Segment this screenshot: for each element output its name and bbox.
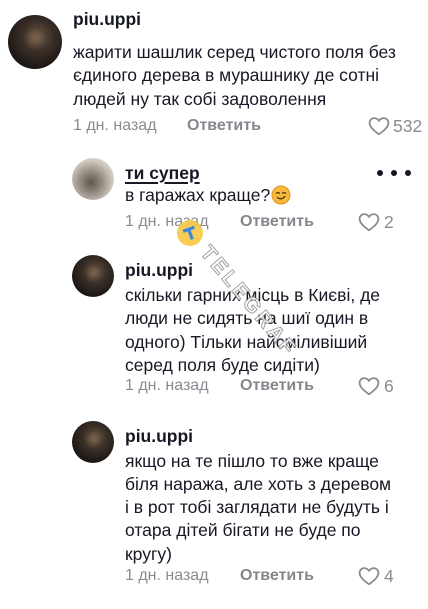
reply-button[interactable]: Ответить — [240, 374, 314, 398]
comment-text-line: скільки гарних місць в Києві, де — [125, 285, 381, 305]
username[interactable]: piu.uppi — [125, 258, 193, 282]
heart-outline-icon — [368, 117, 390, 136]
comment-text: скільки гарних місць в Києві, де люди не… — [125, 284, 380, 377]
timestamp: 1 дн. назад — [125, 213, 209, 230]
comment-text: якщо на те пішло то вже краще біля нараж… — [125, 450, 391, 566]
comment-text-line: люди не сидять на шиї один в — [125, 308, 369, 329]
comment-text-line: одного) Тільки найсміливіший — [125, 331, 368, 352]
like-count: 2 — [384, 212, 394, 232]
like-button[interactable] — [357, 210, 381, 234]
more-options-button[interactable] — [374, 168, 414, 178]
more-horizontal-icon — [377, 170, 411, 176]
comment-text-line: єдиного дерева в мурашнику де сотні — [73, 65, 380, 86]
comment-text-line: і в рот тобі заглядати не будуть і — [125, 497, 389, 518]
comment-text-line: отара дітей бігати не буде по — [125, 520, 361, 541]
like-button[interactable] — [367, 114, 391, 138]
heart-outline-icon — [358, 377, 380, 396]
comment-text-line: в гаражах краще? — [125, 184, 291, 207]
comment-text-line: якщо на те пішло то вже краще — [125, 450, 379, 471]
comment-text-content: в гаражах краще? — [125, 185, 271, 205]
avatar[interactable] — [72, 421, 114, 463]
reply-button[interactable]: Ответить — [187, 114, 261, 138]
comment-text-line: жарити шашлик серед чистого поля без — [73, 42, 396, 62]
comment-text-line: біля наража, але хоть з деревом — [125, 473, 392, 494]
avatar[interactable] — [8, 15, 62, 69]
like-count: 532 — [393, 116, 423, 136]
reply-button[interactable]: Ответить — [240, 210, 314, 234]
timestamp: 1 дн. назад — [125, 377, 209, 394]
like-button[interactable] — [357, 374, 381, 398]
smirking-face-emoji-icon — [271, 185, 291, 205]
comment-text-line: людей ну так собі задоволення — [73, 88, 327, 109]
comment-text-line: кругу) — [125, 543, 172, 564]
avatar[interactable] — [72, 158, 114, 200]
avatar[interactable] — [72, 255, 114, 297]
heart-outline-icon — [358, 213, 380, 232]
like-count: 4 — [384, 566, 394, 586]
like-button[interactable] — [357, 564, 381, 588]
comments-screen: piu.uppi жарити шашлик серед чистого пол… — [0, 0, 428, 609]
username[interactable]: piu.uppi — [125, 424, 193, 448]
reply-button[interactable]: Ответить — [240, 564, 314, 588]
username[interactable]: ти супер — [125, 161, 200, 185]
timestamp: 1 дн. назад — [73, 117, 157, 134]
like-count: 6 — [384, 376, 394, 396]
username[interactable]: piu.uppi — [73, 7, 141, 31]
comment-text: в гаражах краще? — [125, 184, 291, 207]
heart-outline-icon — [358, 567, 380, 586]
timestamp: 1 дн. назад — [125, 567, 209, 584]
comment-text: жарити шашлик серед чистого поля без єди… — [73, 41, 396, 111]
